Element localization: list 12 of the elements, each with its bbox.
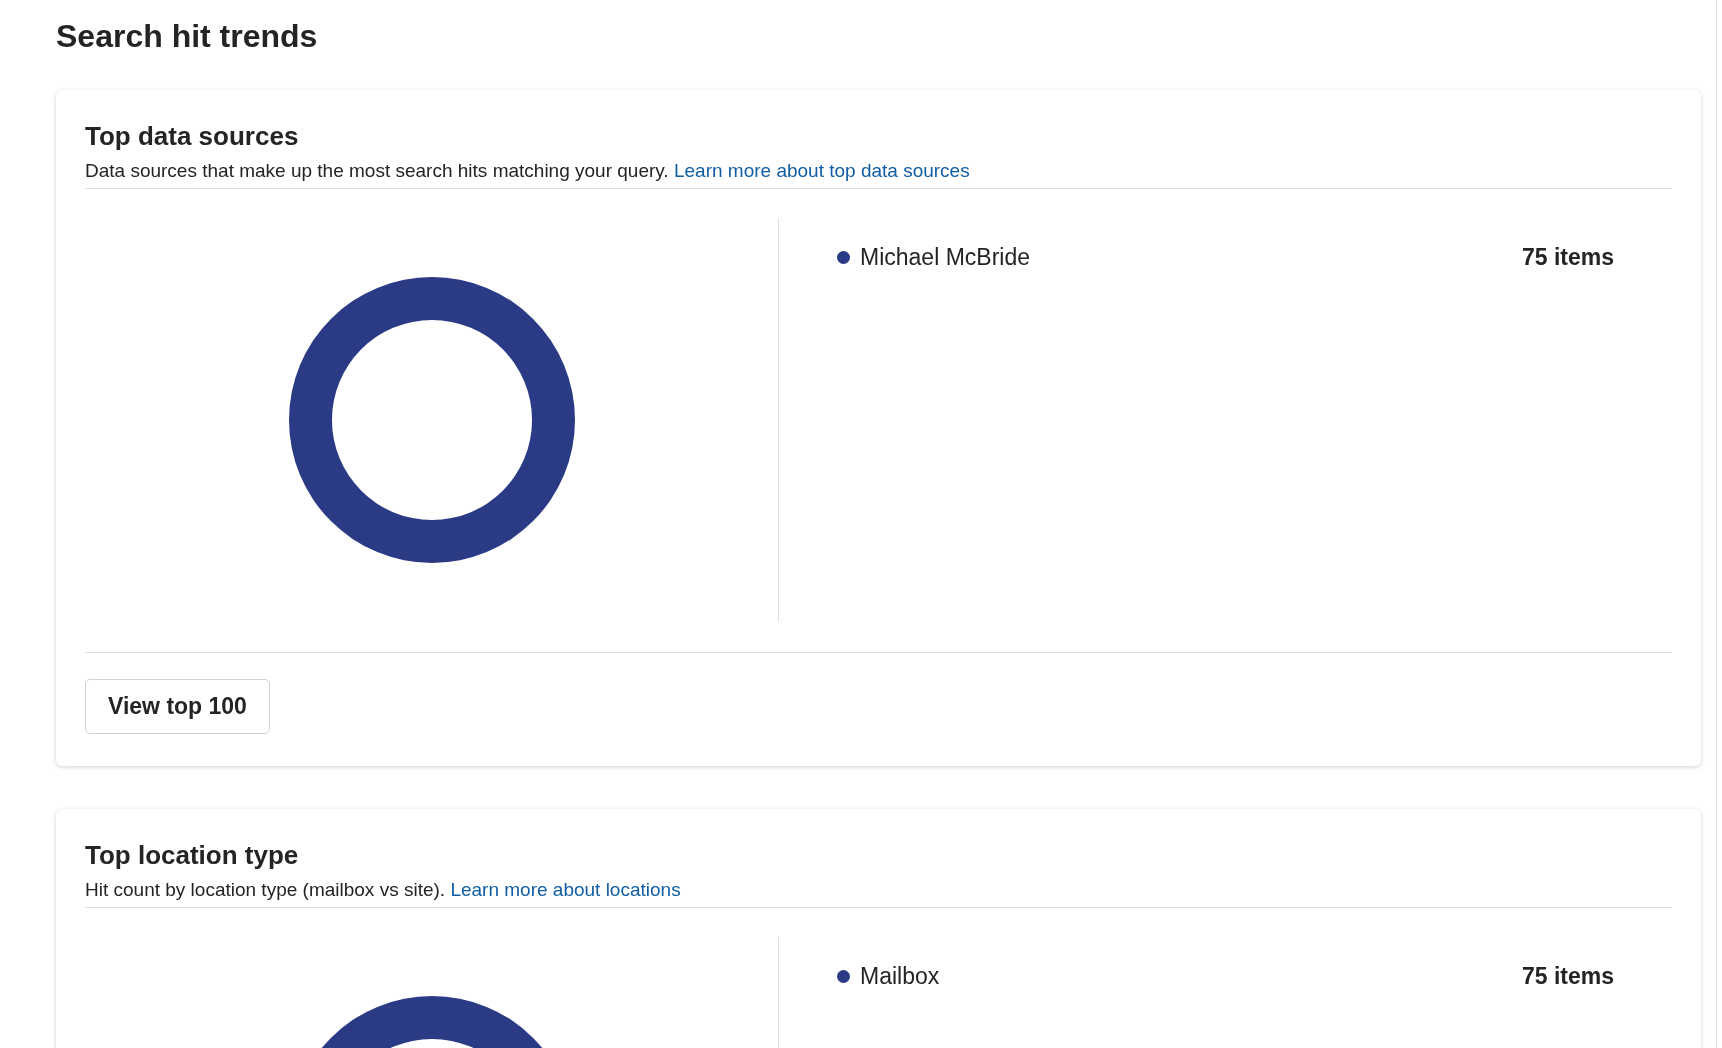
legend-count: 75 items [1521, 962, 1614, 991]
card-description: Data sources that make up the most search hits matching your query. Learn more about top data sources [85, 157, 1672, 189]
legend-label: Mailbox [860, 962, 941, 991]
legend-label: Michael McBride [860, 243, 1031, 272]
legend-count: 75 items [1521, 243, 1614, 272]
page-title: Search hit trends [56, 17, 319, 56]
view-top-button[interactable]: View top 100 [85, 679, 270, 734]
card-description: Hit count by location type (mailbox vs site). Learn more about locations [85, 876, 1672, 908]
learn-more-link[interactable]: Learn more about top data sources [673, 160, 970, 181]
card-title: Top location type [85, 839, 300, 872]
learn-more-link[interactable]: Learn more about locations [450, 879, 681, 900]
card-title: Top data sources [85, 120, 300, 153]
